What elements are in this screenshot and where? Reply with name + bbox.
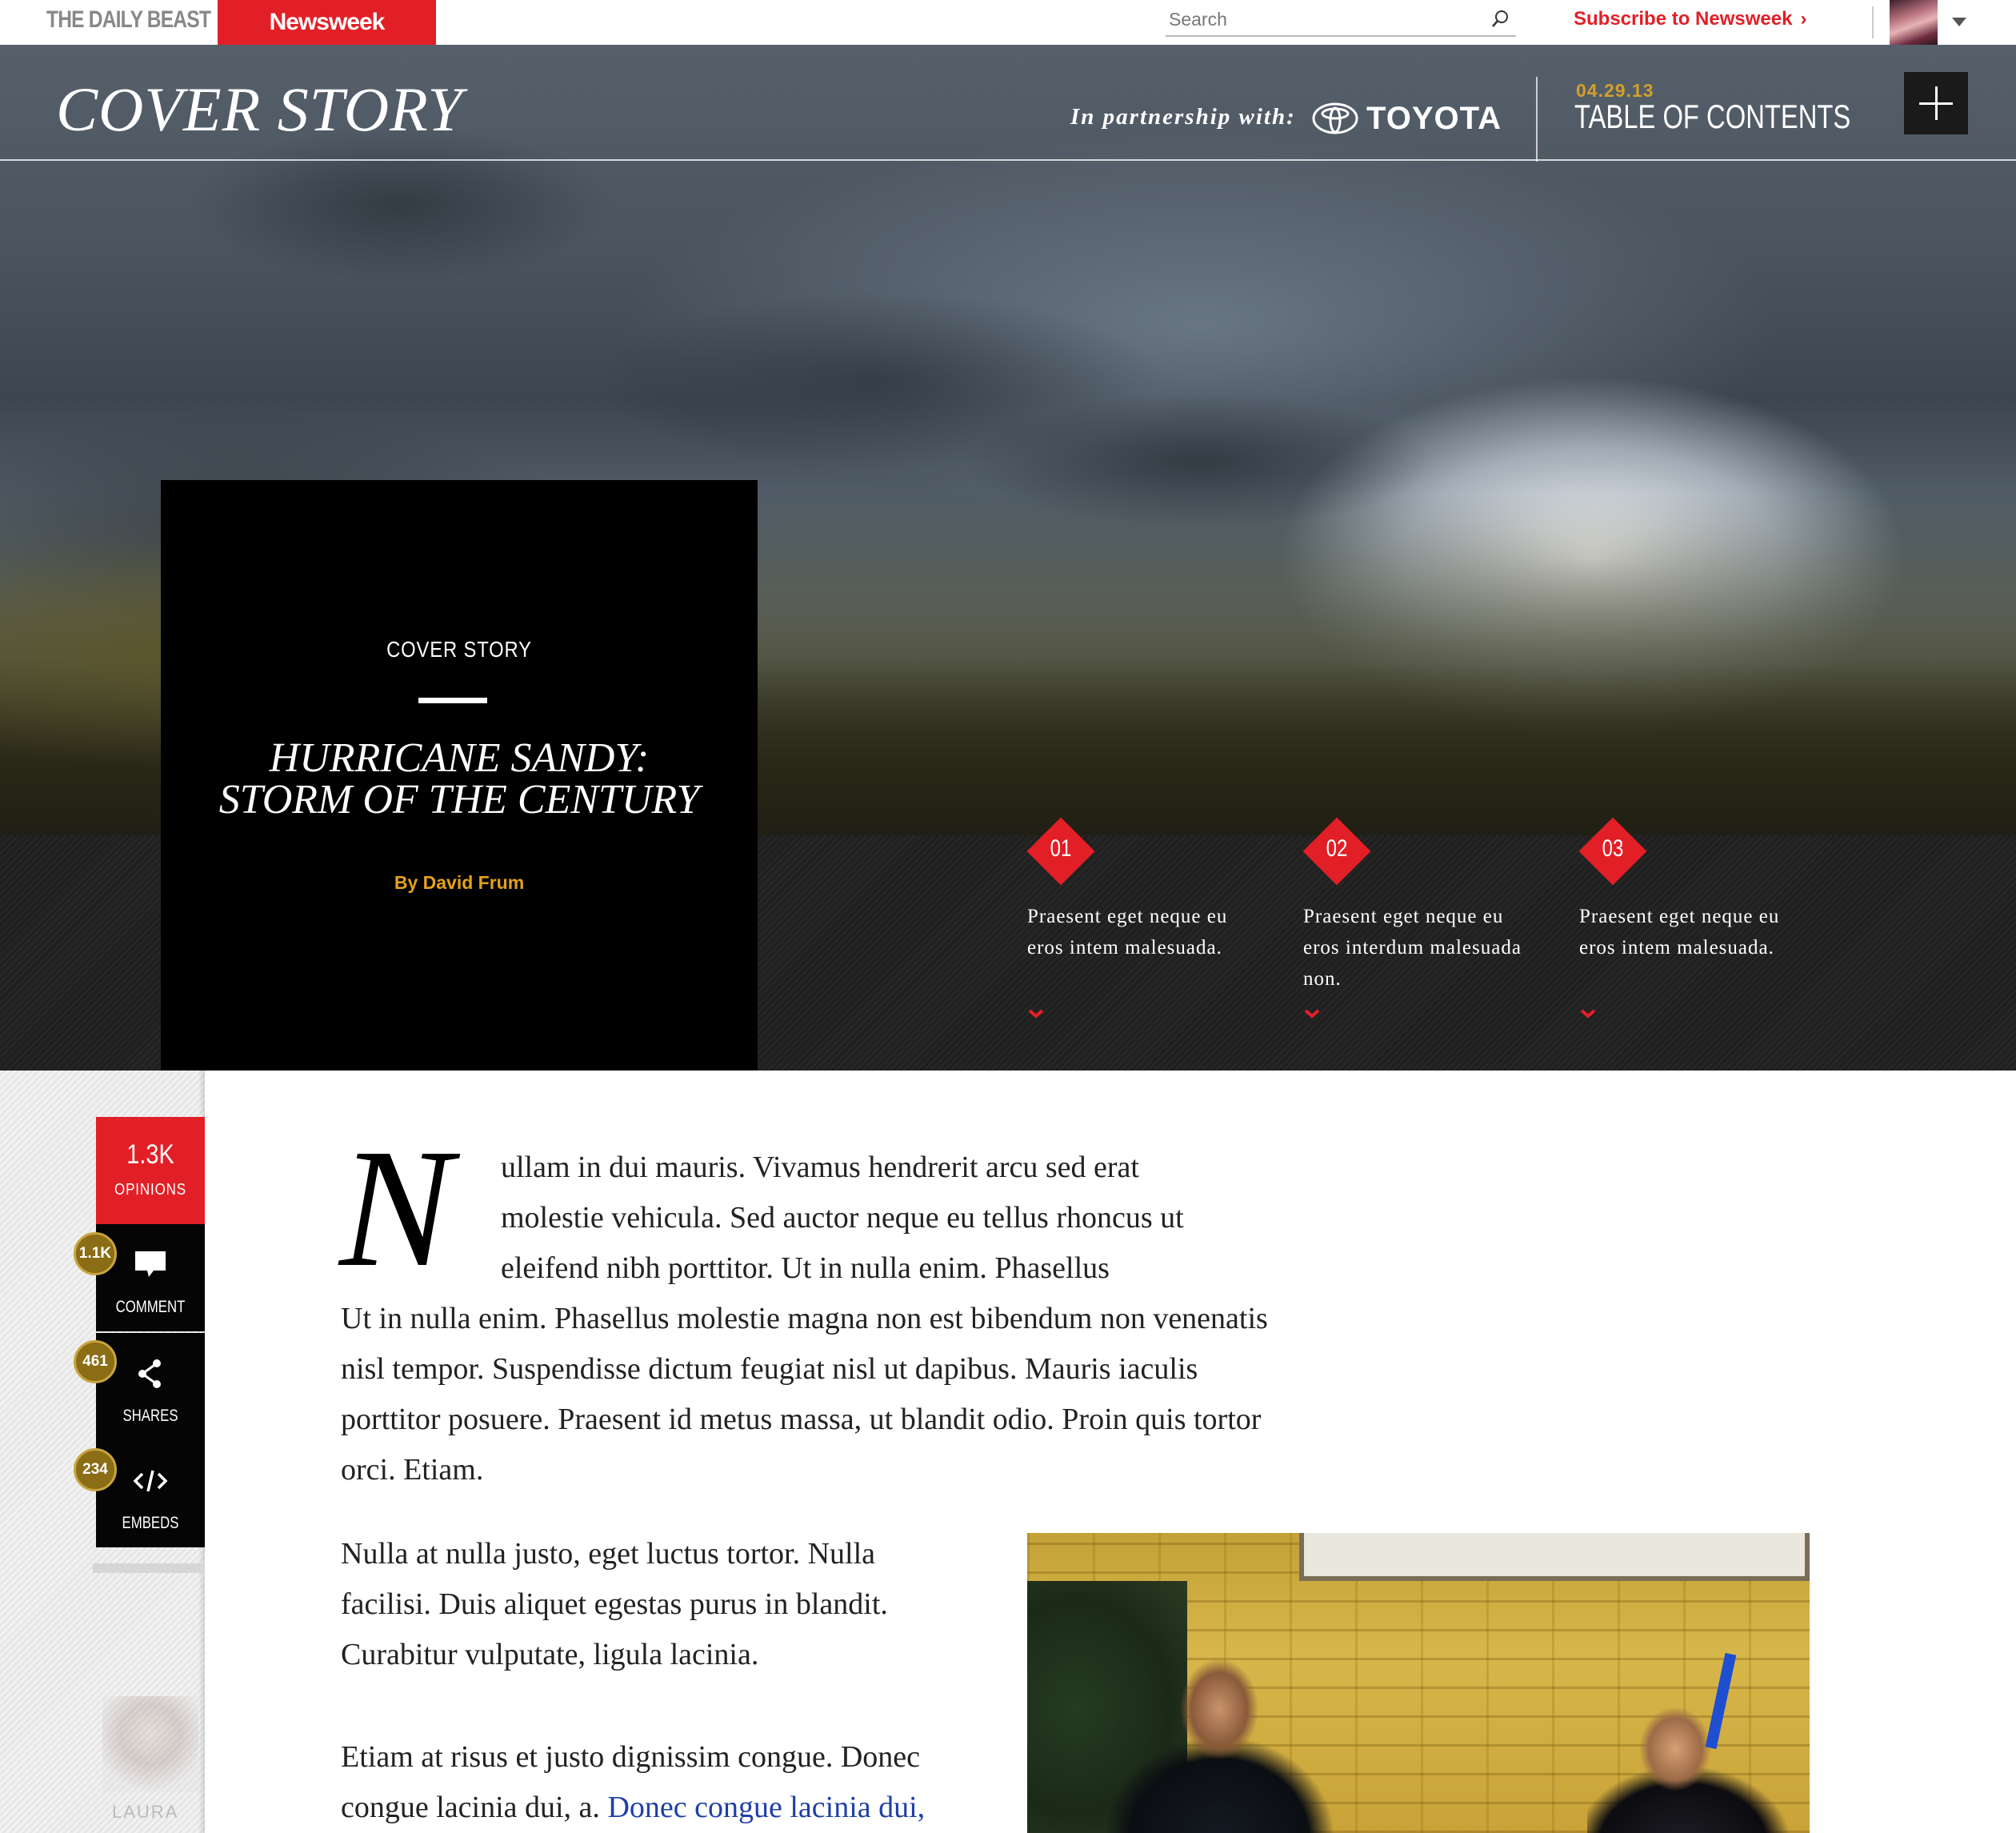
chevron-down-icon [1028,1009,1044,1019]
plus-button[interactable] [1904,72,1968,134]
chapter-number: 02 [1326,835,1348,862]
article-photo[interactable] [1027,1533,1810,1833]
subscribe-label: Subscribe to Newsweek [1574,8,1793,30]
embeds-count-badge: 234 [74,1448,117,1491]
opinions-count: 1.3K [126,1139,174,1170]
drop-cap: N [339,1114,453,1302]
chapter-text: Praesent eget neque eu eros intem malesu… [1579,906,1780,959]
user-avatar[interactable] [1890,0,1938,45]
shares-count-badge: 461 [74,1340,117,1383]
topbar-divider [1872,6,1874,38]
lead-line-2: molestie vehicula. Sed auctor neque eu t… [501,1201,1184,1235]
chevron-down-icon [1580,1009,1596,1019]
photo-person-snorkel [1587,1701,1810,1833]
partner-label: In partnership with: [1070,104,1296,130]
kicker-rule [418,698,487,703]
chapter-marker: 03 [1578,816,1648,886]
photo-person-phone [1099,1645,1339,1833]
newsweek-logo[interactable]: Newsweek [218,0,436,45]
article-paragraph-1: Ut in nulla enim. Phasellus molestie mag… [341,1302,1268,1487]
faded-name: LAURA [112,1802,179,1822]
chapter-text: Praesent eget neque eu eros intem malesu… [1027,906,1228,959]
story-card: COVER STORY HURRICANE SANDY: STORM OF TH… [161,480,758,1071]
partner-name[interactable]: TOYOTA [1366,101,1502,137]
chapter-text: Praesent eget neque eu eros interdum mal… [1303,906,1522,990]
subscribe-link[interactable]: Subscribe to Newsweek › [1574,8,1806,30]
embeds-label: EMBEDS [122,1514,179,1532]
lead-line-1: ullam in dui mauris. Vivamus hendrerit a… [501,1151,1139,1184]
chevron-down-icon [1304,1009,1320,1019]
daily-beast-logo[interactable]: THE DAILY BEAST [46,6,211,34]
story-kicker: COVER STORY [386,637,532,662]
story-headline: HURRICANE SANDY: STORM OF THE CENTURY [161,738,758,821]
plus-icon-vertical [1935,86,1938,120]
article-paragraph-2: Nulla at nulla justo, eget luctus tortor… [341,1537,888,1671]
headline-line-1: HURRICANE SANDY: [269,735,650,781]
faded-avatar [102,1696,198,1792]
inline-link[interactable]: Donec congue lacinia dui, [607,1791,925,1824]
search-input[interactable] [1166,5,1470,34]
table-of-contents-link[interactable]: TABLE OF CONTENTS [1574,98,1850,136]
article-paragraph-1-lead: ullam in dui mauris. Vivamus hendrerit a… [501,1143,1269,1294]
caret-down-icon[interactable] [1952,18,1966,26]
chapter-number: 03 [1602,835,1624,862]
article-paragraph-3: Etiam at risus et justo dignissim congue… [341,1732,997,1833]
opinions-label: OPINIONS [114,1181,186,1199]
byline[interactable]: By David Frum [161,872,758,894]
comment-label: COMMENT [115,1298,186,1316]
sidebar-rule [93,1563,205,1573]
code-icon [133,1470,168,1492]
top-bar: THE DAILY BEAST Newsweek Subscribe to Ne… [0,0,2016,45]
photo-window [1299,1533,1810,1581]
lead-line-3: eleifend nibh porttitor. Ut in nulla eni… [501,1251,1110,1285]
toyota-logo-icon[interactable] [1312,102,1358,134]
section-title: COVER STORY [56,74,463,144]
opinions-button[interactable]: 1.3K OPINIONS [96,1117,205,1224]
chapter-marker: 02 [1302,816,1372,886]
comment-count-badge: 1.1K [74,1232,117,1275]
chevron-right-icon: › [1800,8,1807,30]
search-icon[interactable] [1489,8,1511,30]
hero-header: COVER STORY In partnership with: TOYOTA … [0,45,2016,162]
search-box [1166,5,1516,37]
comment-icon [135,1251,166,1277]
hero-divider [1536,77,1538,162]
headline-line-2: STORM OF THE CENTURY [218,777,700,822]
chapter-marker: 01 [1026,816,1096,886]
shares-label: SHARES [122,1407,178,1425]
chapter-number: 01 [1050,835,1072,862]
share-icon [138,1359,161,1388]
